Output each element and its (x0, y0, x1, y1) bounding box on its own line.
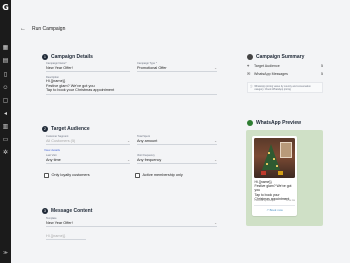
message-image (254, 138, 295, 178)
customer-segment-value: All Customers (5) (46, 139, 76, 143)
membership-checkbox-row[interactable]: Active membership only (135, 173, 183, 178)
inbox-icon[interactable]: ▭ (2, 137, 9, 144)
back-arrow-icon[interactable]: ← (20, 26, 26, 32)
summary-row-value: 5 (321, 64, 323, 68)
template-select[interactable]: New Year Offer! ⌄ (46, 220, 217, 227)
chevron-down-icon: ⌄ (214, 66, 217, 70)
pricing-note-text: WhatsApp pricing varies by country and c… (254, 84, 311, 91)
tree-light (276, 165, 278, 167)
section-title: Campaign Details (51, 54, 93, 60)
section-title: Target Audience (51, 126, 90, 132)
sidebar: G ▦ ▤ ▯ ☺ ▢ ◂ ▥ ▭ ✲ ≫ (0, 0, 11, 263)
tree-light (268, 152, 270, 154)
campaign-details-header: 1 Campaign Details (42, 54, 93, 60)
app-logo[interactable]: G (2, 4, 9, 12)
topbar: ← Run Campaign (20, 24, 65, 34)
chart-icon[interactable]: ▥ (2, 124, 9, 131)
info-icon: ⓘ (250, 84, 253, 88)
membership-checkbox-label: Active membership only (142, 173, 183, 178)
whatsapp-icon (247, 120, 253, 126)
campaign-type-select[interactable]: Promotional Offer ⌄ (137, 65, 217, 72)
chevron-down-icon: ⌄ (214, 221, 217, 225)
view-details-link[interactable]: View details (44, 148, 60, 152)
megaphone-icon[interactable]: ◂ (2, 111, 9, 118)
loyalty-checkbox-row[interactable]: Only loyalty customers (44, 173, 90, 178)
campaign-summary-header: Campaign Summary (247, 54, 304, 60)
tree-light (273, 158, 275, 160)
description-textarea[interactable]: Hi {{name}} Festive glam? We've got you … (46, 79, 217, 95)
chevron-down-icon: ⌄ (214, 139, 217, 143)
message-content-header: 3 Message Content (42, 208, 92, 214)
message-time: 12:30 PM (285, 200, 295, 202)
book-now-label: Book now (269, 208, 283, 212)
step-number: 2 (42, 126, 48, 132)
section-title: Campaign Summary (256, 54, 305, 60)
chat-icon[interactable]: ▢ (2, 98, 9, 105)
summary-icon (247, 54, 253, 60)
chevron-down-icon: ⌄ (127, 158, 130, 162)
step-number: 1 (42, 54, 48, 60)
target-icon: ⌖ (247, 63, 250, 68)
whatsapp-preview-header: WhatsApp Preview (247, 120, 301, 126)
pricing-note: ⓘ WhatsApp pricing varies by country and… (247, 82, 323, 93)
summary-row-label: WhatsApp Messages (254, 72, 288, 76)
grid-icon[interactable]: ▦ (2, 45, 9, 52)
message-footer: Powered by Beauty (254, 200, 274, 202)
section-title: WhatsApp Preview (256, 120, 302, 126)
collapse-icon[interactable]: ≫ (2, 250, 9, 256)
visit-frequency-value: Any frequency (137, 158, 162, 162)
campaign-name-input[interactable]: New Year Offer! (46, 65, 130, 72)
summary-row-value: 5 (321, 72, 323, 76)
calendar-icon[interactable]: ▤ (2, 58, 9, 65)
customer-segment-select[interactable]: All Customers (5) ⌄ (46, 138, 130, 145)
settings-icon[interactable]: ✲ (2, 150, 9, 157)
message-bubble: Hi {{name}} Festive glam? We've got you … (252, 136, 297, 216)
gift-shape (261, 171, 266, 175)
last-visit-select[interactable]: Any time ⌄ (46, 157, 130, 164)
whatsapp-preview-panel: Hi {{name}} Festive glam? We've got you … (246, 130, 323, 226)
last-visit-value: Any time (46, 158, 61, 162)
window-shape (280, 142, 292, 158)
target-audience-header: 2 Target Audience (42, 126, 90, 132)
campaign-type-value: Promotional Offer (137, 66, 167, 70)
total-spent-value: Any amount (137, 139, 158, 143)
book-now-button[interactable]: ↗ Book now (254, 205, 295, 213)
message-text: Hi {{name}} Festive glam? We've got you … (254, 180, 292, 201)
external-link-icon: ↗ (266, 208, 269, 212)
gift-shape (278, 171, 283, 175)
template-value: New Year Offer! (46, 221, 73, 225)
summary-row-messages: ✉ WhatsApp Messages 5 (247, 71, 323, 77)
variable-input[interactable]: Hi {{name}} (46, 233, 86, 240)
loyalty-checkbox[interactable] (44, 173, 49, 178)
section-title: Message Content (51, 208, 93, 214)
page-title: Run Campaign (32, 26, 66, 32)
summary-row-label: Target Audience (254, 64, 280, 68)
chevron-down-icon: ⌄ (127, 139, 130, 143)
step-number: 3 (42, 208, 48, 214)
message-icon: ✉ (247, 71, 251, 76)
loyalty-checkbox-label: Only loyalty customers (51, 173, 90, 178)
chevron-down-icon: ⌄ (214, 158, 217, 162)
document-icon[interactable]: ▯ (2, 72, 9, 79)
users-icon[interactable]: ☺ (2, 85, 9, 92)
total-spent-select[interactable]: Any amount ⌄ (137, 138, 217, 145)
visit-frequency-select[interactable]: Any frequency ⌄ (137, 157, 217, 164)
membership-checkbox[interactable] (135, 173, 140, 178)
tree-light (266, 163, 268, 165)
summary-row-audience: ⌖ Target Audience 5 (247, 63, 323, 69)
